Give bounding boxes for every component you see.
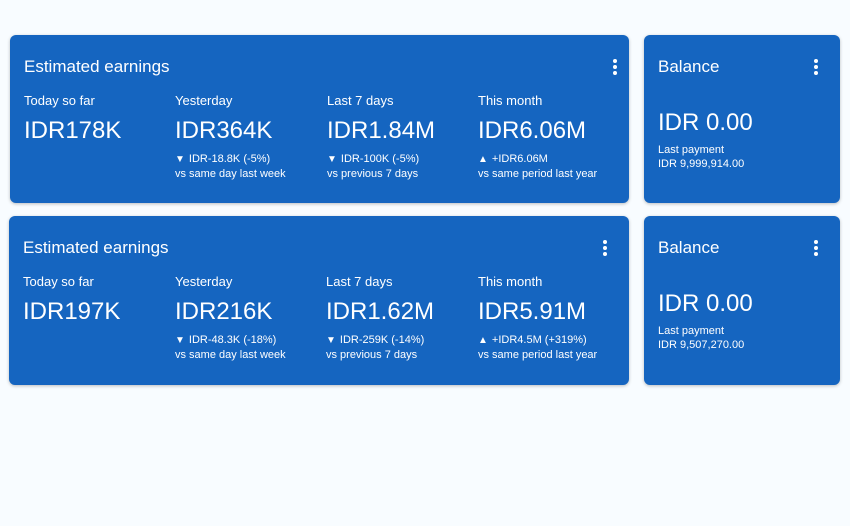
metric-compare: vs same period last year (478, 168, 598, 180)
metric-value: IDR364K (175, 117, 273, 144)
metric-compare: vs same period last year (478, 349, 598, 361)
more-vert-icon[interactable] (808, 57, 824, 77)
metric-label: Last 7 days (327, 93, 394, 108)
arrow-down-icon: ▼ (175, 154, 185, 165)
metric-compare: vs previous 7 days (326, 349, 418, 361)
metric-label: Yesterday (175, 93, 233, 108)
balance-value: IDR 0.00 (658, 290, 753, 317)
metric-change: ▼ IDR-48.3K (-18%) (175, 333, 325, 348)
metric-this-month: This month IDR5.91M ▲ +IDR4.5M (+319%) vs… (478, 274, 628, 362)
metric-change: ▲ +IDR6.06M (478, 152, 628, 167)
metric-compare: vs previous 7 days (327, 168, 419, 180)
metric-change: ▼ IDR-18.8K (-5%) (175, 152, 325, 167)
arrow-up-icon: ▲ (478, 154, 488, 165)
change-value: IDR-18.8K (-5%) (188, 153, 271, 165)
arrow-down-icon: ▼ (327, 154, 337, 165)
metric-last-7-days: Last 7 days IDR1.62M ▼ IDR-259K (-14%) vs… (326, 274, 476, 362)
last-payment-label: Last payment (658, 325, 725, 337)
balance-card: Balance IDR 0.00 Last payment IDR 9,999,… (644, 35, 840, 203)
change-value: +IDR6.06M (491, 153, 548, 165)
metric-today: Today so far IDR178K (24, 93, 174, 145)
metric-change: ▼ IDR-100K (-5%) (327, 152, 477, 167)
metric-label: Last 7 days (326, 274, 393, 289)
metric-value: IDR178K (24, 117, 122, 144)
more-vert-icon[interactable] (808, 238, 824, 258)
metric-label: This month (478, 93, 543, 108)
metric-label: Today so far (23, 274, 94, 289)
metric-change: ▼ IDR-259K (-14%) (326, 333, 476, 348)
metric-value: IDR197K (23, 298, 121, 325)
metric-value: IDR216K (175, 298, 273, 325)
balance-value: IDR 0.00 (658, 109, 753, 136)
metric-compare: vs same day last week (175, 349, 286, 361)
more-vert-icon[interactable] (597, 238, 613, 258)
balance-card: Balance IDR 0.00 Last payment IDR 9,507,… (644, 216, 840, 385)
metric-value: IDR1.62M (326, 298, 435, 325)
metric-this-month: This month IDR6.06M ▲ +IDR6.06M vs same p… (478, 93, 628, 181)
more-vert-icon[interactable] (607, 57, 623, 77)
change-value: +IDR4.5M (+319%) (491, 334, 587, 346)
card-title: Balance (658, 238, 720, 257)
metric-label: Today so far (24, 93, 95, 108)
metric-last-7-days: Last 7 days IDR1.84M ▼ IDR-100K (-5%) vs … (327, 93, 477, 181)
change-value: IDR-100K (-5%) (340, 153, 420, 165)
metric-yesterday: Yesterday IDR364K ▼ IDR-18.8K (-5%) vs sa… (175, 93, 325, 181)
change-value: IDR-259K (-14%) (339, 334, 425, 346)
metric-value: IDR5.91M (478, 298, 587, 325)
estimated-earnings-card: Estimated earnings Today so far IDR178K … (10, 35, 629, 203)
estimated-earnings-card: Estimated earnings Today so far IDR197K … (9, 216, 629, 385)
change-value: IDR-48.3K (-18%) (188, 334, 277, 346)
page: Estimated earnings Today so far IDR178K … (0, 0, 850, 526)
card-title: Estimated earnings (23, 238, 169, 257)
last-payment-label: Last payment (658, 144, 725, 156)
metric-value: IDR6.06M (478, 117, 587, 144)
metric-change: ▲ +IDR4.5M (+319%) (478, 333, 628, 348)
arrow-down-icon: ▼ (175, 335, 185, 346)
metric-yesterday: Yesterday IDR216K ▼ IDR-48.3K (-18%) vs s… (175, 274, 325, 362)
card-title: Estimated earnings (24, 57, 170, 76)
metric-value: IDR1.84M (327, 117, 436, 144)
metric-label: Yesterday (175, 274, 233, 289)
metric-label: This month (478, 274, 543, 289)
metric-today: Today so far IDR197K (23, 274, 173, 326)
metric-compare: vs same day last week (175, 168, 286, 180)
last-payment-value: IDR 9,507,270.00 (658, 339, 745, 351)
arrow-down-icon: ▼ (326, 335, 336, 346)
last-payment-value: IDR 9,999,914.00 (658, 158, 745, 170)
card-title: Balance (658, 57, 720, 76)
arrow-up-icon: ▲ (478, 335, 488, 346)
